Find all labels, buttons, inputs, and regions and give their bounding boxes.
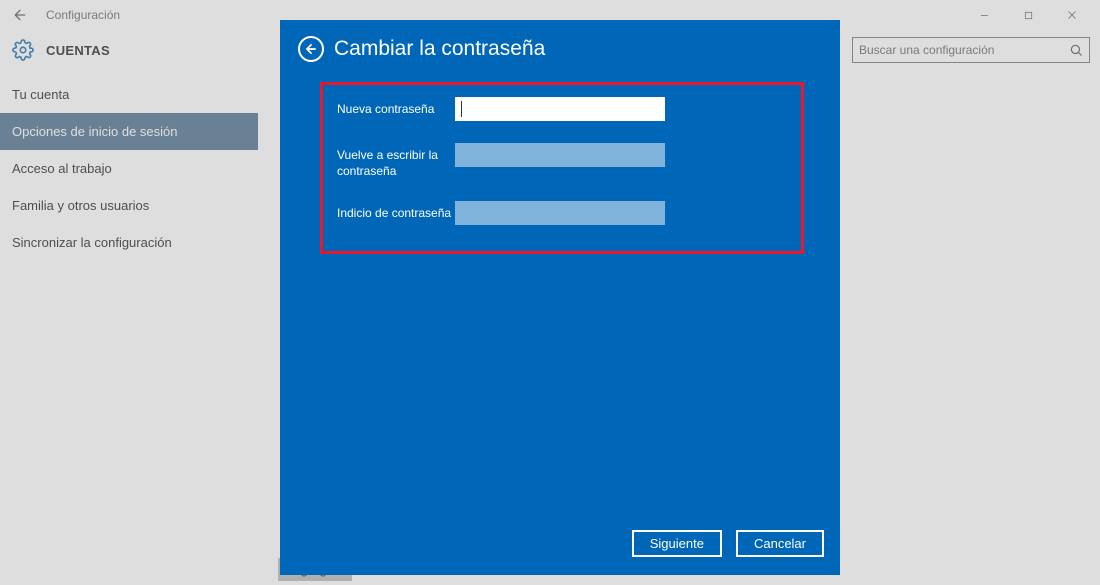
change-password-dialog: Cambiar la contraseña Nueva contraseña V… [280,20,840,575]
sidebar-item-account[interactable]: Tu cuenta [0,76,258,113]
arrow-left-icon [304,42,318,56]
minimize-icon [979,10,990,21]
window-title: Configuración [46,8,120,22]
sidebar-item-label: Familia y otros usuarios [12,198,149,213]
section-title: CUENTAS [46,43,110,58]
cancel-button-label: Cancelar [754,536,806,551]
form-row-new-password: Nueva contraseña [337,97,783,121]
maximize-button[interactable] [1006,1,1050,29]
minimize-button[interactable] [962,1,1006,29]
sidebar-item-sync[interactable]: Sincronizar la configuración [0,224,258,261]
arrow-left-icon [12,7,28,23]
settings-icon [10,37,36,63]
close-icon [1066,9,1078,21]
dialog-back-button[interactable] [298,36,324,62]
label-new-password: Nueva contraseña [337,97,455,117]
form-row-password-hint: Indicio de contraseña [337,201,783,225]
sidebar-item-label: Tu cuenta [12,87,69,102]
search-icon [1069,43,1083,57]
sidebar-item-family[interactable]: Familia y otros usuarios [0,187,258,224]
window-controls [962,1,1094,29]
close-button[interactable] [1050,1,1094,29]
dialog-header: Cambiar la contraseña [280,20,840,68]
sidebar-item-work-access[interactable]: Acceso al trabajo [0,150,258,187]
sidebar-item-signin-options[interactable]: Opciones de inicio de sesión [0,113,258,150]
search-box[interactable] [852,37,1090,63]
sidebar-item-label: Opciones de inicio de sesión [12,124,178,139]
sidebar-item-label: Sincronizar la configuración [12,235,172,250]
next-button[interactable]: Siguiente [632,530,722,557]
repeat-password-field[interactable] [455,143,665,167]
sidebar-item-label: Acceso al trabajo [12,161,112,176]
form-row-repeat-password: Vuelve a escribir la contraseña [337,143,783,179]
next-button-label: Siguiente [650,536,704,551]
back-button[interactable] [2,1,38,29]
password-form-highlight: Nueva contraseña Vuelve a escribir la co… [320,82,804,254]
search-input[interactable] [859,43,1069,57]
dialog-title: Cambiar la contraseña [334,37,545,61]
maximize-icon [1023,10,1034,21]
cancel-button[interactable]: Cancelar [736,530,824,557]
sidebar: Tu cuenta Opciones de inicio de sesión A… [0,70,258,585]
new-password-field[interactable] [455,97,665,121]
dialog-footer: Siguiente Cancelar [280,516,840,575]
password-hint-field[interactable] [455,201,665,225]
label-repeat-password: Vuelve a escribir la contraseña [337,143,455,179]
label-password-hint: Indicio de contraseña [337,201,455,221]
